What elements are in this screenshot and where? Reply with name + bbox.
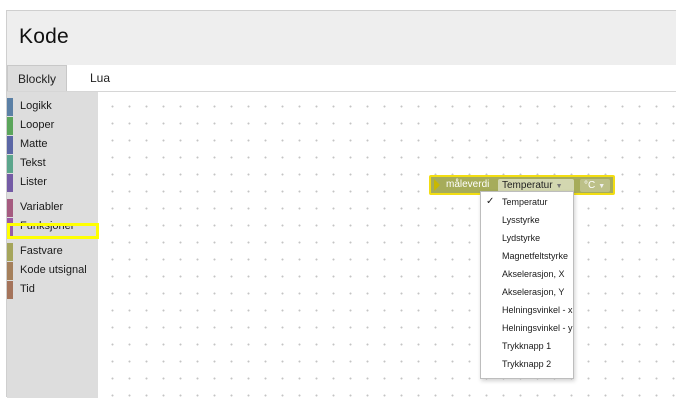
dropdown-option-helningsvinkel-x[interactable]: Helningsvinkel - x	[481, 301, 573, 319]
tab-blockly[interactable]: Blockly	[7, 65, 67, 91]
category-color-swatch	[7, 98, 13, 116]
page-title: Kode	[19, 25, 69, 48]
category-color-swatch	[7, 174, 13, 192]
blockly-workspace[interactable]	[98, 92, 676, 398]
category-color-swatch	[7, 281, 13, 299]
unit-value: °C	[584, 180, 596, 191]
unit-dropdown[interactable]: °C ▼	[580, 179, 610, 192]
category-label: Tekst	[20, 157, 46, 169]
dropdown-option-akselerasjon-x[interactable]: Akselerasjon, X	[481, 265, 573, 283]
toolbox-category-funksjoner[interactable]: Funksjoner	[7, 218, 98, 236]
dropdown-option-temperatur[interactable]: ✓ Temperatur	[481, 193, 573, 211]
category-color-swatch	[7, 136, 13, 154]
category-label: Matte	[20, 138, 48, 150]
sensor-type-value: Temperatur	[502, 180, 553, 191]
tab-bar: Blockly Lua	[7, 65, 676, 92]
dropdown-option-label: Trykknapp 2	[502, 359, 552, 369]
category-label: Logikk	[20, 100, 52, 112]
category-color-swatch	[7, 262, 13, 280]
category-color-swatch	[7, 155, 13, 173]
category-color-swatch	[7, 117, 13, 135]
chevron-down-icon: ▼	[598, 183, 606, 190]
dropdown-option-label: Magnetfeltstyrke	[502, 251, 569, 261]
dropdown-option-label: Helningsvinkel - x	[502, 305, 573, 315]
toolbox-category-kode-utsignal[interactable]: Kode utsignal	[7, 262, 98, 280]
dropdown-option-label: Lysstyrke	[502, 215, 540, 225]
category-color-swatch	[7, 218, 13, 236]
category-label: Kode utsignal	[20, 264, 87, 276]
app-window: Kode Blockly Lua Logikk Looper Matte Tek…	[6, 10, 676, 398]
category-color-swatch	[7, 199, 13, 217]
category-label: Variabler	[20, 201, 64, 213]
check-icon: ✓	[486, 196, 495, 207]
category-color-swatch	[7, 243, 13, 261]
toolbox-category-tekst[interactable]: Tekst	[7, 155, 98, 173]
dropdown-option-label: Helningsvinkel - y	[502, 323, 573, 333]
category-label: Lister	[20, 176, 47, 188]
dropdown-option-label: Akselerasjon, X	[502, 269, 565, 279]
dropdown-option-label: Lydstyrke	[502, 233, 541, 243]
category-label: Funksjoner	[20, 220, 75, 232]
dropdown-option-lydstyrke[interactable]: Lydstyrke	[481, 229, 573, 247]
app-header: Kode	[7, 11, 676, 65]
toolbox-category-logikk[interactable]: Logikk	[7, 98, 98, 116]
sensor-dropdown-menu: ✓ Temperatur Lysstyrke Lydstyrke Magnetf…	[480, 191, 574, 379]
toolbox-category-looper[interactable]: Looper	[7, 117, 98, 135]
tab-lua[interactable]: Lua	[77, 65, 123, 91]
toolbox-sidebar: Logikk Looper Matte Tekst Lister Variabl…	[7, 92, 98, 398]
block-label: måleverdi	[446, 179, 490, 190]
dropdown-option-trykknapp-2[interactable]: Trykknapp 2	[481, 355, 573, 373]
toolbox-category-matte[interactable]: Matte	[7, 136, 98, 154]
output-connector-icon	[434, 179, 440, 191]
toolbox-category-tid[interactable]: Tid	[7, 281, 98, 299]
dropdown-option-label: Temperatur	[502, 197, 548, 207]
category-label: Fastvare	[20, 245, 63, 257]
dropdown-option-label: Akselerasjon, Y	[502, 287, 565, 297]
dropdown-option-akselerasjon-y[interactable]: Akselerasjon, Y	[481, 283, 573, 301]
toolbox-category-fastvare[interactable]: Fastvare	[7, 243, 98, 261]
dropdown-option-label: Trykknapp 1	[502, 341, 552, 351]
dropdown-option-trykknapp-1[interactable]: Trykknapp 1	[481, 337, 573, 355]
dropdown-option-magnetfeltstyrke[interactable]: Magnetfeltstyrke	[481, 247, 573, 265]
toolbox-category-variabler[interactable]: Variabler	[7, 199, 98, 217]
toolbox-category-lister[interactable]: Lister	[7, 174, 98, 192]
dropdown-option-helningsvinkel-y[interactable]: Helningsvinkel - y	[481, 319, 573, 337]
dropdown-option-lysstyrke[interactable]: Lysstyrke	[481, 211, 573, 229]
category-label: Looper	[20, 119, 55, 131]
category-label: Tid	[20, 283, 35, 295]
chevron-down-icon: ▼	[555, 183, 563, 190]
